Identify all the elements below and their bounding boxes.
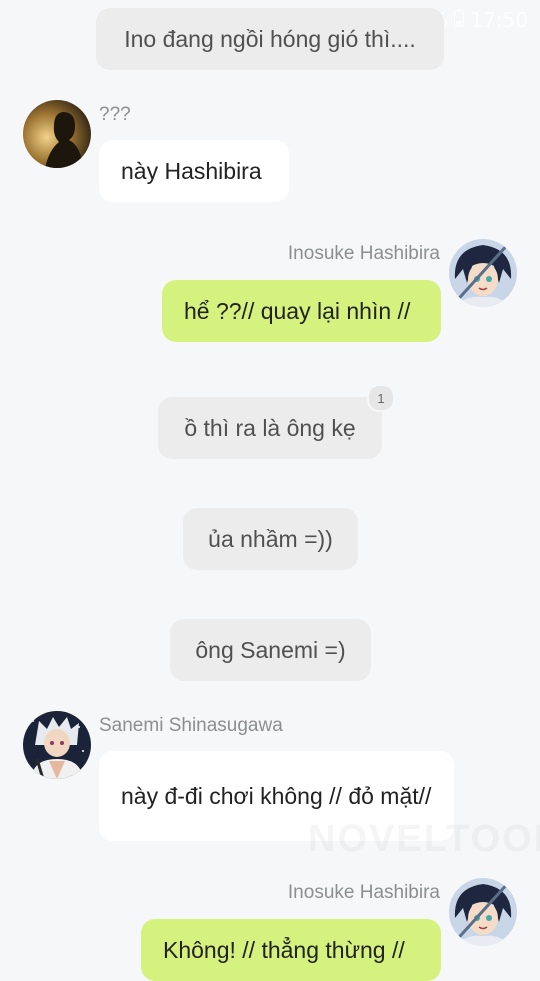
sender-name: Inosuke Hashibira <box>287 243 440 264</box>
narration-message: Ino đang ngồi hóng gió thì.... <box>96 8 444 70</box>
narration-message: ông Sanemi =) <box>170 619 371 681</box>
narration-message: ồ thì ra là ông kẹ <box>158 397 382 459</box>
inosuke-avatar[interactable] <box>449 878 517 946</box>
narration-text: ồ thì ra là ông kẹ <box>184 414 356 441</box>
sanemi-avatar[interactable] <box>23 711 91 779</box>
sender-name: Sanemi Shinasugawa <box>99 715 283 736</box>
reaction-count-badge[interactable]: 1 <box>367 384 395 412</box>
message-text: này đ-đi chơi không // đỏ mặt// <box>121 783 432 809</box>
narration-text: Ino đang ngồi hóng gió thì.... <box>124 25 416 52</box>
inosuke-avatar[interactable] <box>449 239 517 307</box>
incoming-message-bubble: này Hashibira <box>99 140 289 202</box>
sender-name: Inosuke Hashibira <box>287 882 440 903</box>
outgoing-message-bubble: hể ??// quay lại nhìn // <box>162 280 441 342</box>
clock: 17:50 <box>470 8 528 32</box>
narration-message: ủa nhầm =)) <box>183 508 358 570</box>
sender-name: ??? <box>99 104 131 125</box>
noveltoon-watermark: NOVELTOON <box>308 818 540 860</box>
narration-text: ông Sanemi =) <box>195 636 346 663</box>
battery-icon <box>454 8 465 32</box>
message-text: Không! // thẳng thừng // <box>163 936 405 963</box>
silhouette-avatar[interactable] <box>23 100 91 168</box>
message-text: hể ??// quay lại nhìn // <box>184 297 411 324</box>
message-text: này Hashibira <box>121 158 262 184</box>
narration-text: ủa nhầm =)) <box>208 525 333 552</box>
outgoing-message-bubble: Không! // thẳng thừng // <box>141 919 441 981</box>
